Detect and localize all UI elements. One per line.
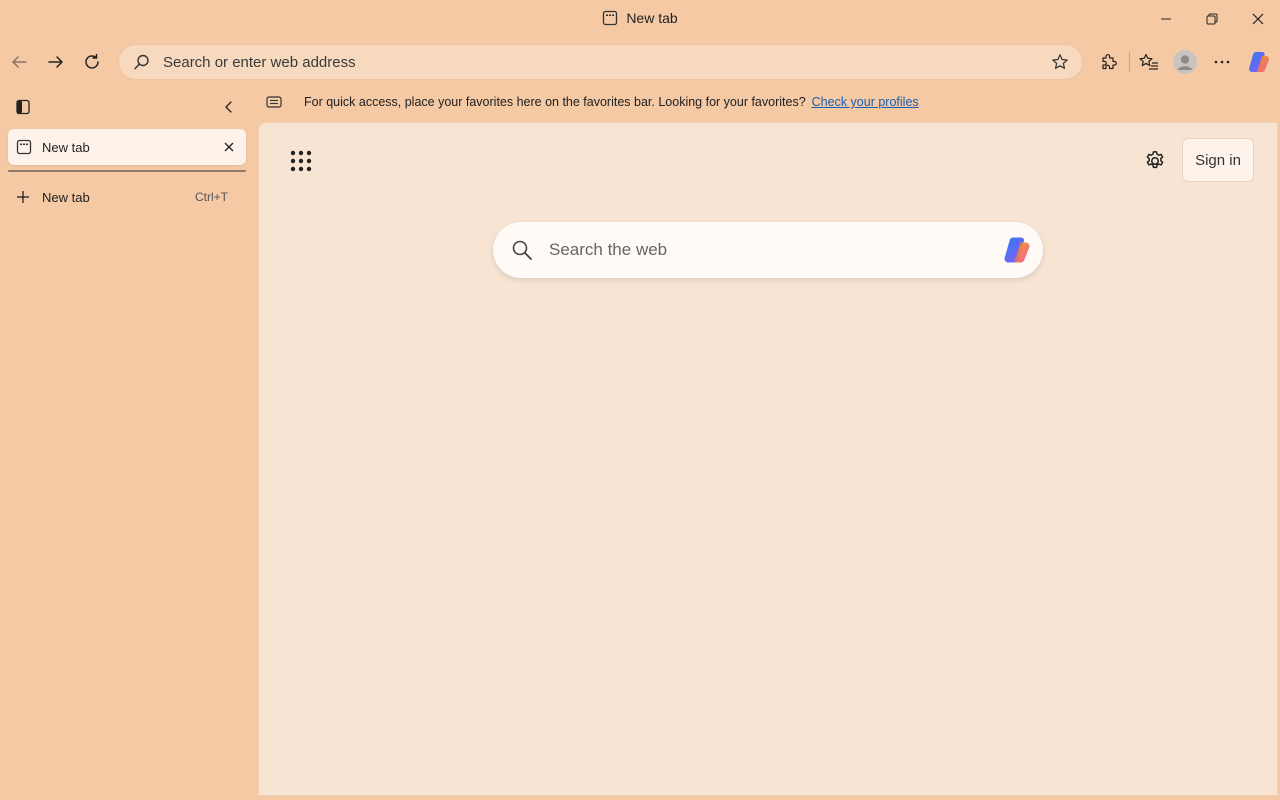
forward-arrow-icon <box>48 56 63 68</box>
refresh-button[interactable] <box>76 46 108 78</box>
refresh-icon <box>85 53 99 69</box>
search-icon <box>511 239 533 261</box>
tab-actions-icon <box>16 99 30 115</box>
check-profiles-link[interactable]: Check your profiles <box>812 95 919 109</box>
tab-label: New tab <box>42 139 90 155</box>
favorites-button[interactable] <box>1133 46 1165 78</box>
tab-page-icon <box>602 10 618 26</box>
app-launcher-button[interactable] <box>286 146 316 176</box>
restore-button[interactable] <box>1189 4 1235 34</box>
copilot-button[interactable] <box>1243 46 1275 78</box>
forward-button[interactable] <box>40 46 72 78</box>
gear-icon <box>1146 151 1164 169</box>
plus-icon <box>16 190 30 204</box>
restore-icon <box>1206 13 1218 25</box>
window-title: New tab <box>0 10 1280 26</box>
collapse-pane-button[interactable] <box>214 92 244 122</box>
favorites-bar: For quick access, place your favorites h… <box>258 90 1268 114</box>
apps-grid-icon <box>290 150 312 172</box>
tab-page-icon <box>16 139 32 155</box>
chevron-left-icon <box>225 101 232 113</box>
settings-more-button[interactable] <box>1206 46 1238 78</box>
close-icon <box>224 142 234 152</box>
close-tab-button[interactable] <box>216 134 242 160</box>
more-dots-icon <box>1214 60 1230 64</box>
web-search-input[interactable] <box>549 240 999 260</box>
search-icon <box>133 53 151 71</box>
profile-button[interactable] <box>1169 46 1201 78</box>
favorites-star-list-icon <box>1139 53 1158 70</box>
copilot-icon <box>1249 52 1269 72</box>
extensions-button[interactable] <box>1093 46 1125 78</box>
back-button[interactable] <box>3 46 35 78</box>
copilot-search-button[interactable] <box>999 232 1035 268</box>
minimize-icon <box>1161 18 1171 20</box>
address-input[interactable] <box>163 53 1046 71</box>
sign-in-button[interactable]: Sign in <box>1182 138 1254 182</box>
tab-separator <box>8 170 246 172</box>
new-tab-shortcut: Ctrl+T <box>195 190 228 204</box>
close-icon <box>1252 13 1264 25</box>
back-arrow-icon <box>12 56 27 68</box>
favorites-bar-message: For quick access, place your favorites h… <box>304 95 806 109</box>
favorites-bar-icon <box>266 95 282 109</box>
minimize-button[interactable] <box>1143 4 1189 34</box>
avatar-icon <box>1173 50 1197 74</box>
add-favorite-button[interactable] <box>1046 48 1074 76</box>
star-icon <box>1052 54 1068 69</box>
puzzle-icon <box>1102 54 1117 70</box>
page-settings-button[interactable] <box>1140 146 1170 176</box>
close-window-button[interactable] <box>1235 4 1280 34</box>
toolbar-divider <box>1129 52 1130 72</box>
window-title-text: New tab <box>626 10 678 26</box>
copilot-icon <box>1004 237 1030 263</box>
tab-new-tab[interactable]: New tab <box>8 129 246 165</box>
address-bar[interactable] <box>118 44 1083 80</box>
web-search-box[interactable] <box>493 222 1043 278</box>
new-tab-button[interactable]: New tab Ctrl+T <box>8 184 246 210</box>
new-tab-label: New tab <box>42 189 90 205</box>
tab-actions-button[interactable] <box>8 92 38 122</box>
